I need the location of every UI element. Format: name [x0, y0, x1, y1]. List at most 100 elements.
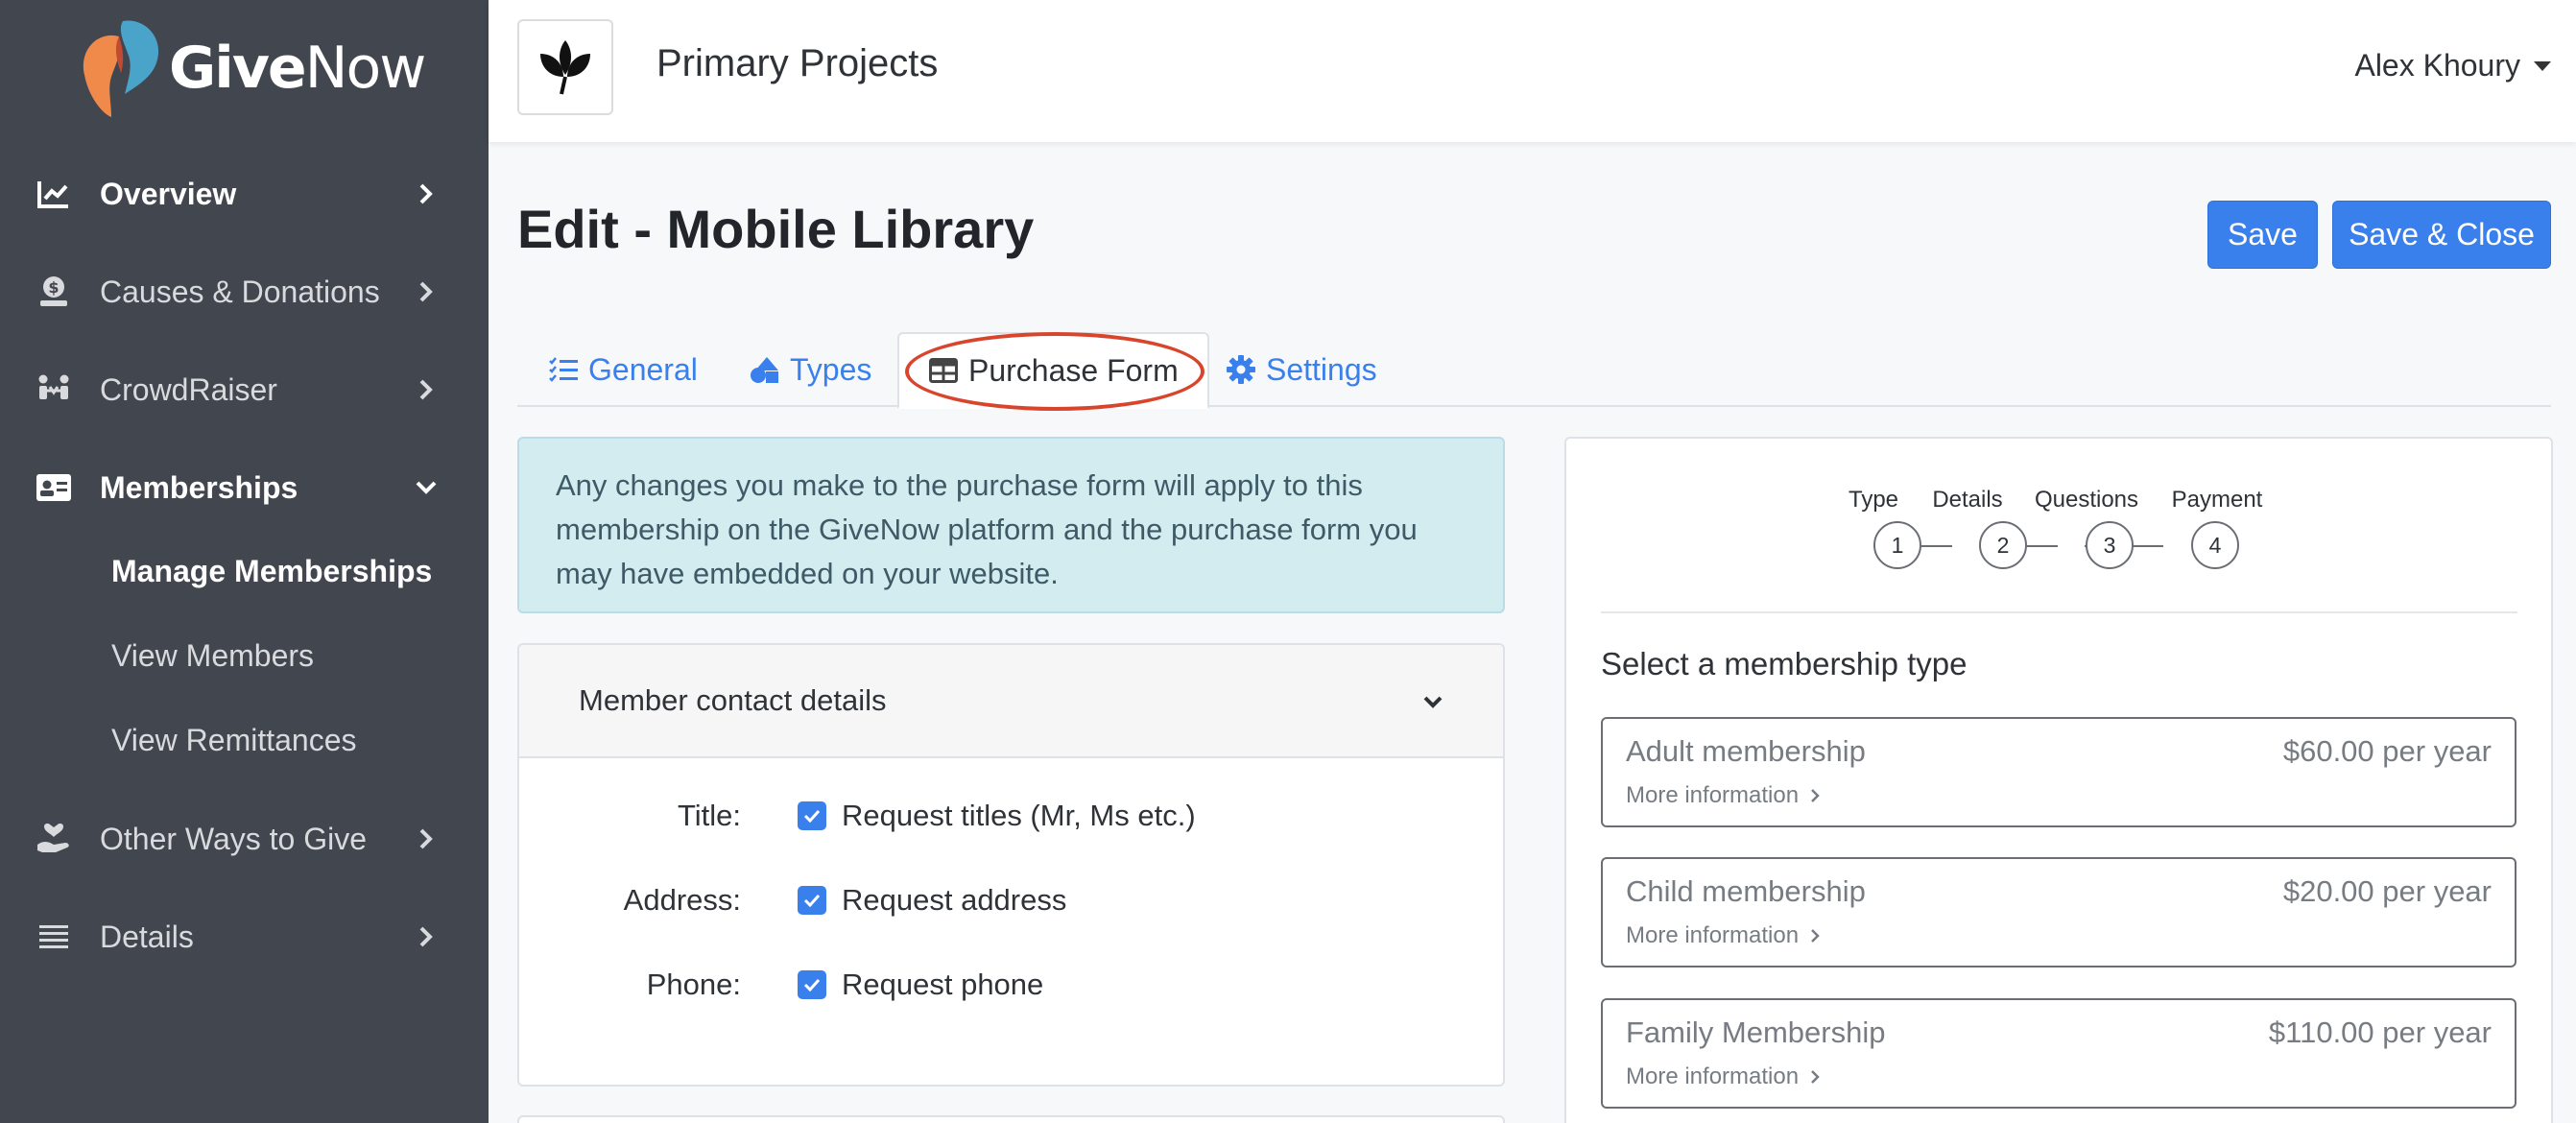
member-contact-details-card: Member contact details Title: Request ti… [517, 643, 1505, 1087]
tab-label: Types [790, 351, 872, 387]
checkbox-label[interactable]: Request titles (Mr, Ms etc.) [842, 799, 1196, 833]
more-information-link[interactable]: More information [1626, 1063, 1820, 1090]
chevron-right-icon [415, 378, 438, 401]
chevron-right-icon [415, 280, 438, 303]
field-row-title: Title: Request titles (Mr, Ms etc.) [519, 787, 1503, 845]
membership-option-adult[interactable]: Adult membership $60.00 per year More in… [1601, 717, 2516, 827]
chevron-right-icon [1811, 789, 1820, 802]
tab-label: Purchase Form [968, 352, 1179, 388]
top-bar: Primary Projects Alex Khoury [489, 0, 2576, 142]
tab-purchase-form[interactable]: Purchase Form [897, 332, 1209, 409]
step-circle-1[interactable]: 1 [1873, 521, 1921, 569]
field-label: Phone: [646, 968, 741, 1001]
step-label-type: Type [1848, 487, 1899, 513]
step-label-payment: Payment [2171, 487, 2263, 513]
money-hand-icon: $ [35, 273, 73, 311]
lotus-icon [540, 40, 590, 95]
step-circle-3[interactable]: 3 [2086, 521, 2134, 569]
user-name: Alex Khoury [2354, 48, 2520, 83]
membership-price: $60.00 per year [2282, 734, 2492, 768]
user-menu[interactable]: Alex Khoury [2354, 48, 2551, 84]
sidebar-item-label: Causes & Donations [100, 274, 380, 309]
membership-name: Family Membership [1626, 1015, 1886, 1049]
step-circle-4[interactable]: 4 [2191, 521, 2239, 569]
sidebar-item-label: Memberships [100, 469, 298, 505]
sidebar-item-causes-donations[interactable]: $ Causes & Donations [0, 253, 489, 330]
field-row-phone: Phone: Request phone [519, 956, 1503, 1014]
givenow-logo[interactable]: GiveNow [69, 17, 426, 119]
membership-option-child[interactable]: Child membership $20.00 per year More in… [1601, 857, 2516, 968]
info-alert: Any changes you make to the purchase for… [517, 437, 1505, 613]
sidebar-item-label: Overview [100, 176, 237, 211]
sidebar-item-label: CrowdRaiser [100, 371, 277, 407]
field-label: Title: [677, 799, 741, 832]
membership-name: Child membership [1626, 874, 1866, 908]
org-name: Primary Projects [656, 42, 939, 84]
checkbox-label[interactable]: Request phone [842, 968, 1043, 1002]
more-information-link[interactable]: More information [1626, 782, 1820, 809]
givenow-logo-icon [83, 20, 159, 117]
field-row-address: Address: Request address [519, 872, 1503, 929]
check-icon [803, 809, 821, 823]
table-icon [928, 355, 959, 386]
tab-settings[interactable]: Settings [1226, 332, 1377, 407]
check-icon [803, 978, 821, 992]
section-title: Select a membership type [1601, 646, 1968, 681]
request-titles-checkbox[interactable] [798, 801, 826, 830]
chevron-down-icon[interactable] [1420, 689, 1445, 714]
membership-price: $110.00 per year [2268, 1015, 2492, 1049]
form-stepper: Type Details Questions Payment 1 2 3 4 [1566, 439, 2555, 611]
sidebar-item-label: Other Ways to Give [100, 821, 367, 856]
sidebar-item-other-ways-to-give[interactable]: Other Ways to Give [0, 800, 489, 877]
sidebar-item-overview[interactable]: Overview [0, 155, 489, 232]
membership-price: $20.00 per year [2282, 874, 2492, 908]
purchase-form-preview: Type Details Questions Payment 1 2 3 4 S… [1564, 437, 2553, 1123]
svg-text:$: $ [48, 278, 59, 297]
checklist-icon [548, 354, 579, 385]
more-information-link[interactable]: More information [1626, 922, 1820, 949]
sidebar-item-crowdraiser[interactable]: CrowdRaiser [0, 351, 489, 428]
people-icon [35, 370, 73, 409]
membership-option-family[interactable]: Family Membership $110.00 per year More … [1601, 998, 2516, 1109]
sidebar-subitem-view-remittances[interactable]: View Remittances [111, 723, 357, 758]
chevron-down-icon [415, 476, 438, 499]
tab-label: General [588, 351, 698, 387]
tab-bar: General Types Purchase Form Settings [517, 332, 2551, 409]
sidebar: GiveNow Overview $ Causes & Donations Cr… [0, 0, 489, 1123]
tab-label: Settings [1266, 351, 1377, 387]
step-circle-2[interactable]: 2 [1979, 521, 2027, 569]
sidebar-item-label: Details [100, 919, 194, 954]
page-title: Edit - Mobile Library [517, 199, 1035, 259]
chevron-right-icon [415, 827, 438, 850]
request-address-checkbox[interactable] [798, 886, 826, 915]
next-section-card [517, 1115, 1505, 1123]
checkbox-label[interactable]: Request address [842, 883, 1066, 918]
step-label-details: Details [1932, 487, 2003, 513]
tab-general[interactable]: General [548, 332, 698, 407]
card-title: Member contact details [579, 683, 887, 717]
step-label-questions: Questions [2034, 487, 2139, 513]
save-button[interactable]: Save [2207, 201, 2318, 269]
chevron-right-icon [415, 925, 438, 948]
brand-name: GiveNow [169, 35, 426, 102]
hand-heart-icon [35, 820, 73, 858]
chevron-right-icon [1811, 1070, 1820, 1084]
sidebar-subitem-view-members[interactable]: View Members [111, 638, 314, 674]
gear-icon [1226, 354, 1256, 385]
field-label: Address: [623, 883, 741, 917]
org-logo[interactable] [517, 19, 613, 115]
sidebar-item-details[interactable]: Details [0, 898, 489, 975]
request-phone-checkbox[interactable] [798, 970, 826, 999]
membership-name: Adult membership [1626, 734, 1866, 768]
save-close-button[interactable]: Save & Close [2332, 201, 2551, 269]
divider [1601, 611, 2517, 613]
tab-types[interactable]: Types [750, 332, 871, 407]
sidebar-subitem-manage-memberships[interactable]: Manage Memberships [111, 554, 432, 589]
chart-line-icon [35, 175, 73, 213]
list-icon [35, 918, 73, 956]
check-icon [803, 894, 821, 907]
chevron-right-icon [1811, 929, 1820, 943]
caret-down-icon [2534, 60, 2551, 71]
card-header[interactable]: Member contact details [519, 645, 1503, 758]
sidebar-item-memberships[interactable]: Memberships [0, 449, 489, 526]
